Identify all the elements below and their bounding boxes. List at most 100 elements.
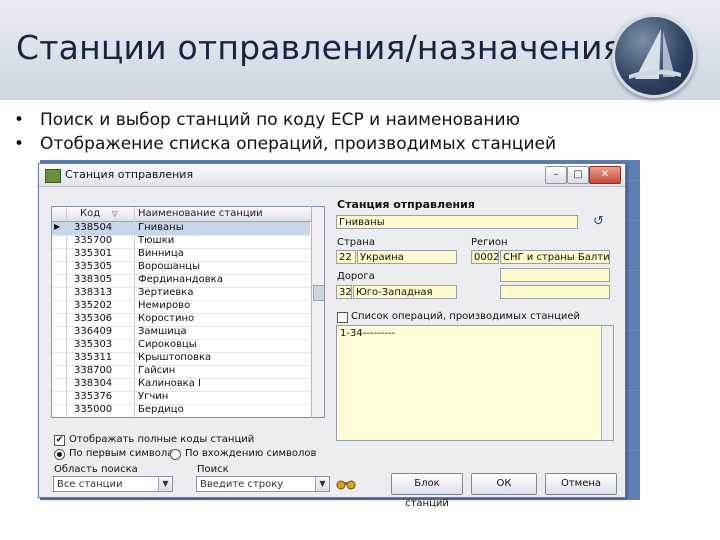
- region-label: Регион: [471, 237, 508, 248]
- cell-station-name: Калиновка I: [138, 378, 201, 389]
- bullet-item: • Поиск и выбор станций по коду ЕСР и наи…: [14, 110, 520, 130]
- sort-icon: ▽: [112, 210, 118, 218]
- grid-scrollbar[interactable]: [311, 207, 324, 417]
- road-label: Дорога: [337, 271, 375, 282]
- table-row[interactable]: 336409 Замшица: [52, 326, 310, 340]
- cell-code: 335311: [74, 352, 113, 363]
- table-row[interactable]: 335305 Ворошанцы: [52, 261, 310, 275]
- country-code-field: 22: [336, 250, 356, 264]
- cell-station-name: Крыштоповка: [138, 352, 212, 363]
- bullet-list: • Поиск и выбор станций по коду ЕСР и наи…: [14, 110, 556, 158]
- memo-scrollbar[interactable]: [601, 326, 613, 440]
- operations-text: 1-34---------: [340, 328, 396, 339]
- table-row[interactable]: 335303 Сироковцы: [52, 339, 310, 353]
- table-row[interactable]: 338305 Фердинандовка: [52, 274, 310, 288]
- cell-station-name: Винница: [138, 248, 184, 259]
- cell-code: 335305: [74, 261, 113, 272]
- scroll-thumb[interactable]: [313, 285, 324, 301]
- cell-station-name: Зертиевка: [138, 287, 194, 298]
- cell-station-name: Фердинандовка: [138, 274, 223, 285]
- table-row[interactable]: 338700 Гайсин: [52, 365, 310, 379]
- dialog-titlebar: Станция отправления – □ ✕: [39, 164, 625, 187]
- operations-checkbox[interactable]: [337, 312, 348, 323]
- chevron-down-icon[interactable]: ▼: [315, 477, 329, 491]
- stations-grid[interactable]: Код ▽ Наименование станции ▶ 338504 Гниван…: [51, 206, 325, 418]
- cell-code: 335301: [74, 248, 113, 259]
- search-area-select[interactable]: Все станции ▼: [53, 476, 173, 492]
- table-row[interactable]: 335376 Угчин: [52, 391, 310, 405]
- station-block-button[interactable]: Блок станций: [391, 473, 463, 509]
- radio-contains[interactable]: [170, 449, 181, 460]
- road-name-field: Юго-Западная: [353, 285, 457, 299]
- radio-contains-label: По вхождению символов: [185, 448, 317, 459]
- cell-code: 338305: [74, 274, 113, 285]
- app-icon: [45, 169, 61, 183]
- search-label: Поиск: [197, 464, 229, 475]
- full-codes-checkbox[interactable]: ✔: [54, 435, 65, 446]
- close-button[interactable]: ✕: [589, 166, 621, 184]
- cell-station-name: Коростино: [138, 313, 195, 324]
- extra-field-1: [500, 268, 610, 282]
- country-label: Страна: [337, 237, 375, 248]
- search-input[interactable]: Введите строку ▼: [196, 476, 330, 492]
- slide-title: Станции отправления/назначения: [16, 28, 623, 67]
- cell-code: 335376: [74, 391, 113, 402]
- cell-station-name: Ворошанцы: [138, 261, 200, 272]
- company-logo: [612, 14, 696, 98]
- cell-code: 338313: [74, 287, 113, 298]
- cell-station-name: Замшица: [138, 326, 187, 337]
- cell-code: 335700: [74, 235, 113, 246]
- column-header-name[interactable]: Наименование станции: [138, 208, 263, 219]
- region-name-field: СНГ и страны Балтии: [500, 250, 610, 264]
- column-header-code[interactable]: Код: [80, 208, 100, 219]
- cell-station-name: Гайсин: [138, 365, 176, 376]
- cell-station-name: Тюшки: [138, 235, 175, 246]
- cell-station-name: Бердицо: [138, 404, 184, 415]
- cell-code: 336409: [74, 326, 113, 337]
- table-row[interactable]: 338313 Зертиевка: [52, 287, 310, 301]
- cell-code: 335306: [74, 313, 113, 324]
- table-row[interactable]: 335301 Винница: [52, 248, 310, 262]
- road-code-field: 32: [336, 285, 352, 299]
- station-dialog: Станция отправления – □ ✕ Код ▽ Наименов…: [38, 163, 626, 509]
- table-row[interactable]: 335311 Крыштоповка: [52, 352, 310, 366]
- slide-header: Станции отправления/назначения: [0, 0, 720, 100]
- cell-station-name: Гниваны: [138, 222, 184, 233]
- dialog-title: Станция отправления: [65, 168, 194, 181]
- cell-code: 335202: [74, 300, 113, 311]
- radio-first-chars[interactable]: [54, 449, 65, 460]
- table-row[interactable]: 338304 Калиновка I: [52, 378, 310, 392]
- country-name-field: Украина: [357, 250, 457, 264]
- station-name-field[interactable]: Гниваны: [336, 215, 578, 229]
- station-section-label: Станция отправления: [337, 198, 475, 211]
- table-row[interactable]: 335000 Бердицо: [52, 404, 310, 417]
- chevron-down-icon[interactable]: ▼: [158, 477, 172, 491]
- ok-button[interactable]: ОК: [471, 473, 537, 495]
- radio-first-chars-label: По первым символам: [69, 448, 181, 459]
- table-row[interactable]: 335202 Немирово: [52, 300, 310, 314]
- row-pointer-icon: ▶: [54, 222, 61, 231]
- cell-code: 338304: [74, 378, 113, 389]
- extra-field-2: [500, 285, 610, 299]
- cell-code: 335303: [74, 339, 113, 350]
- table-row[interactable]: ▶ 338504 Гниваны: [52, 222, 310, 236]
- search-area-label: Область поиска: [54, 464, 138, 475]
- table-row[interactable]: 335306 Коростино: [52, 313, 310, 327]
- cell-station-name: Немирово: [138, 300, 191, 311]
- refresh-icon[interactable]: ↺: [593, 214, 604, 229]
- region-code-field: 00022: [471, 250, 499, 264]
- cell-code: 338700: [74, 365, 113, 376]
- maximize-button[interactable]: □: [567, 166, 589, 184]
- full-codes-label: Отображать полные коды станций: [69, 434, 255, 445]
- table-row[interactable]: 335700 Тюшки: [52, 235, 310, 249]
- cell-station-name: Угчин: [138, 391, 169, 402]
- minimize-button[interactable]: –: [545, 166, 567, 184]
- cell-station-name: Сироковцы: [138, 339, 197, 350]
- cancel-button[interactable]: Отмена: [545, 473, 617, 495]
- grid-header: Код ▽ Наименование станции: [52, 207, 324, 222]
- cell-code: 338504: [74, 222, 113, 233]
- operations-memo[interactable]: 1-34---------: [336, 325, 614, 441]
- bullet-item: • Отображение списка операций, производим…: [14, 134, 557, 154]
- operations-checkbox-label: Список операций, производимых станцией: [351, 311, 581, 322]
- binoculars-icon[interactable]: [336, 478, 356, 490]
